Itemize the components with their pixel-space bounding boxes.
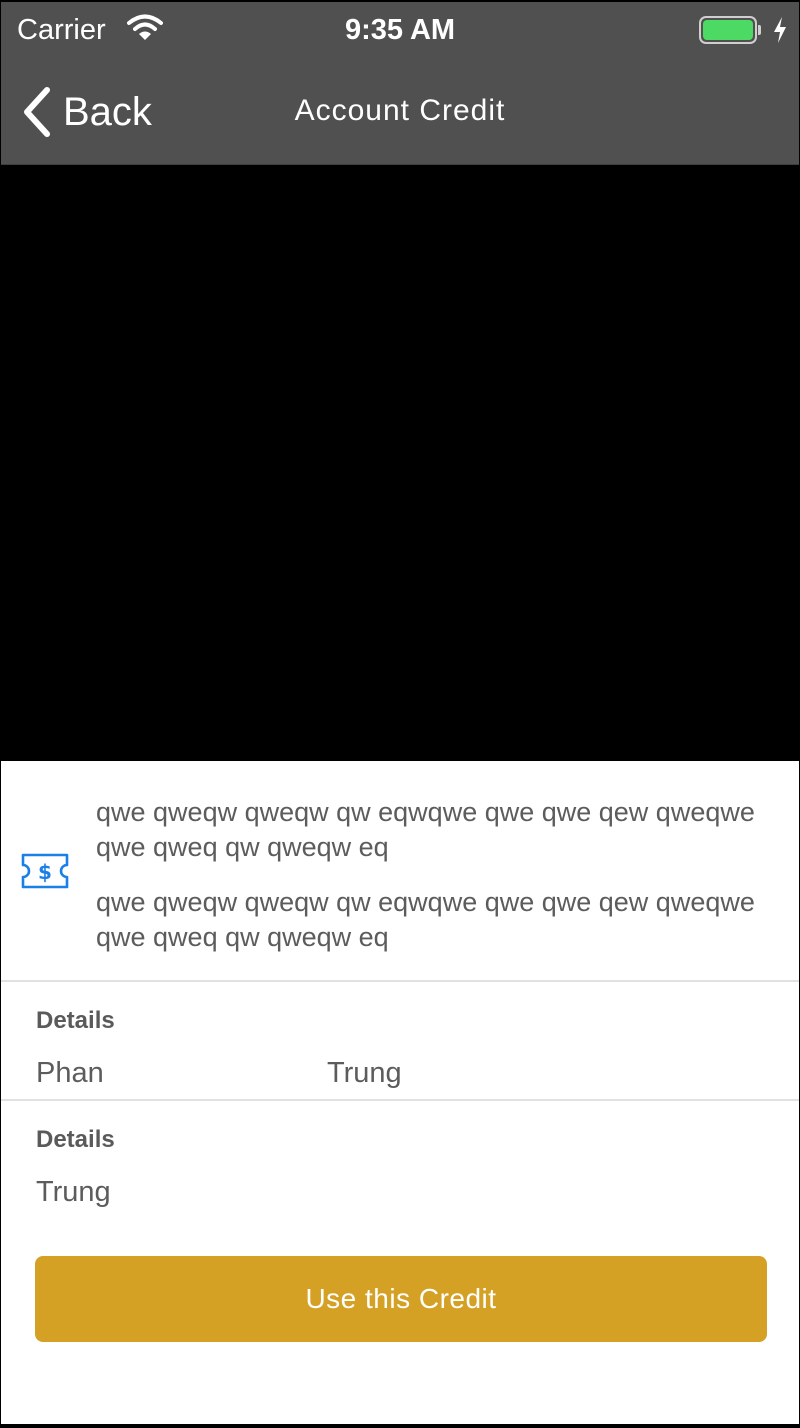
- bolt-icon: [774, 17, 786, 43]
- details-label: Details: [36, 1007, 115, 1034]
- page-title: Account Credit: [294, 94, 506, 127]
- details-section: Details Phan Trung: [1, 982, 799, 1101]
- credit-description: qwe qweqw qweqw qw eqwqwe qwe qwe qew qw…: [96, 887, 755, 952]
- ticket-dollar-icon: $: [21, 853, 69, 889]
- details-value: Trung: [327, 1057, 402, 1089]
- use-credit-button[interactable]: Use this Credit: [35, 1256, 767, 1342]
- svg-text:$: $: [38, 860, 52, 884]
- details-value: Trung: [36, 1176, 111, 1208]
- credit-info-section: $ qwe qweqw qweqw qw eqwqwe qwe qwe qew …: [1, 761, 799, 982]
- details-label: Details: [36, 1126, 115, 1153]
- credit-media-area: [1, 165, 799, 761]
- account-credit-screen: Carrier 9:35 AM Back Account Credit $ qw…: [1, 2, 799, 1424]
- battery-icon: [699, 16, 761, 44]
- details-section: Details Trung: [1, 1101, 799, 1221]
- credit-description: qwe qweqw qweqw qw eqwqwe qwe qwe qew qw…: [96, 797, 755, 862]
- status-time: 9:35 AM: [344, 14, 456, 46]
- top-bar: Carrier 9:35 AM Back Account Credit: [1, 2, 799, 165]
- details-value: Phan: [36, 1057, 104, 1089]
